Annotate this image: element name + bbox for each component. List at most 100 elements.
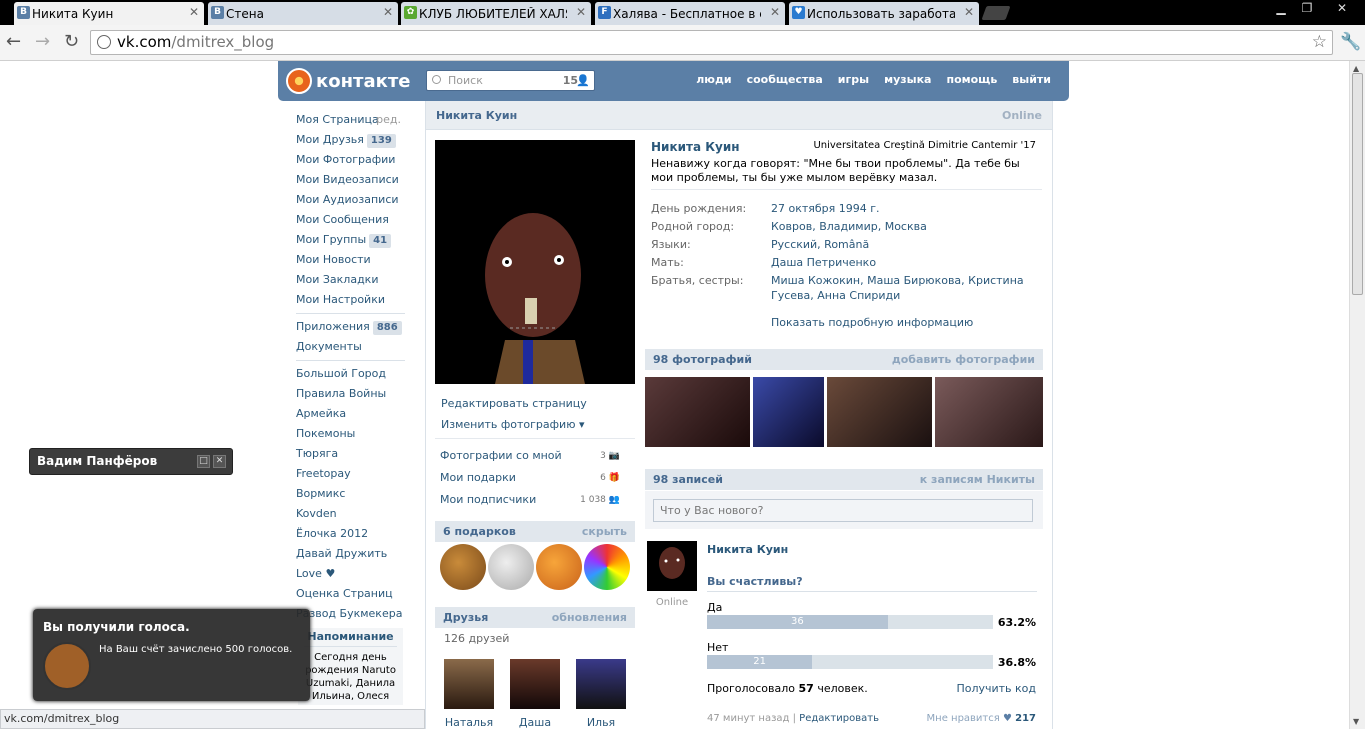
menu-messages[interactable]: Мои Сообщения <box>290 210 405 230</box>
close-tab-icon[interactable]: ✕ <box>770 5 780 19</box>
close-tab-icon[interactable]: ✕ <box>576 5 586 19</box>
menu-settings[interactable]: Мои Настройки <box>290 290 405 310</box>
address-bar[interactable]: vk.com/dmitrex_blog ☆ <box>90 30 1333 55</box>
fox-gift-icon[interactable] <box>536 544 582 590</box>
friend-avatar[interactable] <box>510 659 560 709</box>
restore-icon[interactable]: ❐ <box>1294 0 1320 18</box>
scroll-thumb[interactable] <box>1352 73 1363 295</box>
close-tab-icon[interactable]: ✕ <box>964 5 974 19</box>
nav-logout[interactable]: выйти <box>1012 73 1051 86</box>
squirrel-gift-icon[interactable] <box>440 544 486 590</box>
menu-my-page[interactable]: Моя Страница ред. <box>290 110 405 130</box>
scroll-up-icon[interactable]: ▲ <box>1353 64 1359 73</box>
poll-option-label[interactable]: Нет <box>707 641 728 654</box>
photos-header[interactable]: 98 фотографий добавить фотографии <box>645 349 1043 370</box>
post-author-name[interactable]: Никита Куин <box>707 543 788 556</box>
tab-club[interactable]: ✿ КЛУБ ЛЮБИТЕЛЕЙ ХАЛЯВ ✕ <box>401 2 591 25</box>
photo-thumb[interactable] <box>753 377 824 447</box>
nav-help[interactable]: помощь <box>946 73 997 86</box>
chat-window[interactable]: Вадим Панфёров □ ✕ <box>29 448 233 475</box>
menu-friends[interactable]: Мои Друзья 139 <box>290 130 405 150</box>
friend-avatar[interactable] <box>444 659 494 709</box>
search-input[interactable]: Поиск 15 👤 <box>426 70 595 91</box>
close-chat-icon[interactable]: ✕ <box>213 455 226 468</box>
friend-name[interactable]: Даша <box>505 716 565 729</box>
rainbow-cake-gift-icon[interactable] <box>584 544 630 590</box>
app-item[interactable]: Тюряга <box>290 444 405 464</box>
hide-gifts-link[interactable]: скрыть <box>582 521 627 542</box>
my-gifts-link[interactable]: Мои подарки 6 🎁 <box>440 468 628 488</box>
info-languages[interactable]: Русский, Română <box>771 237 1041 252</box>
poll-bar[interactable]: 36 <box>707 615 993 629</box>
bookmark-star-icon[interactable]: ☆ <box>1312 31 1327 54</box>
friend-name[interactable]: Наталья <box>439 716 499 729</box>
tab-wall[interactable]: B Стена ✕ <box>208 2 398 25</box>
like-button[interactable]: Мне нравится ♥ 217 <box>927 713 1036 724</box>
vk-logo[interactable]: контакте <box>286 68 410 94</box>
add-photos-link[interactable]: добавить фотографии <box>892 349 1035 370</box>
menu-apps[interactable]: Приложения 886 <box>290 317 405 337</box>
app-item[interactable]: Freetopay <box>290 464 405 484</box>
menu-photos[interactable]: Мои Фотографии <box>290 150 405 170</box>
nav-music[interactable]: музыка <box>884 73 931 86</box>
close-tab-icon[interactable]: ✕ <box>383 5 393 19</box>
tab-nikita[interactable]: B Никита Куин ✕ <box>14 2 204 25</box>
minimize-icon[interactable]: ▁ <box>1268 0 1294 18</box>
info-hometown[interactable]: Ковров, Владимир, Москва <box>771 219 1041 234</box>
close-window-icon[interactable]: ✕ <box>1322 0 1362 18</box>
edit-post-link[interactable]: Редактировать <box>799 713 879 724</box>
dog-gift-icon[interactable] <box>488 544 534 590</box>
profile-avatar[interactable] <box>435 140 635 384</box>
wall-header[interactable]: 98 записей к записям Никиты <box>645 469 1043 490</box>
photo-thumb[interactable] <box>827 377 932 447</box>
menu-videos[interactable]: Мои Видеозаписи <box>290 170 405 190</box>
reminder-text[interactable]: Сегодня день рождения Naruto Uzumaki, Да… <box>298 647 403 703</box>
nav-communities[interactable]: сообщества <box>747 73 823 86</box>
back-arrow-icon[interactable]: ← <box>6 32 21 52</box>
minimize-chat-icon[interactable]: □ <box>197 455 210 468</box>
info-siblings[interactable]: Миша Кожокин, Маша Бирюкова, Кристина Гу… <box>771 273 1041 303</box>
profile-status[interactable]: Ненавижу когда говорят: "Мне бы твои про… <box>651 157 1031 185</box>
friends-updates-link[interactable]: обновления <box>552 607 627 628</box>
scroll-down-icon[interactable]: ▼ <box>1353 717 1359 726</box>
info-birthday[interactable]: 27 октября 1994 г. <box>771 201 1041 216</box>
photos-with-me-link[interactable]: Фотографии со мной 3 📷 <box>440 446 628 466</box>
votes-notification[interactable]: Вы получили голоса. На Ваш счёт зачислен… <box>33 609 310 701</box>
menu-documents[interactable]: Документы <box>290 337 405 357</box>
my-followers-link[interactable]: Мои подписчики 1 038 👥 <box>440 490 628 510</box>
gifts-header[interactable]: 6 подарков скрыть <box>435 521 635 542</box>
poll-bar[interactable]: 21 <box>707 655 993 669</box>
app-item[interactable]: Kovden <box>290 504 405 524</box>
app-item[interactable]: Покемоны <box>290 424 405 444</box>
nav-games[interactable]: игры <box>838 73 869 86</box>
close-tab-icon[interactable]: ✕ <box>189 5 199 19</box>
menu-news[interactable]: Мои Новости <box>290 250 405 270</box>
edit-link[interactable]: ред. <box>376 110 401 130</box>
photo-thumb[interactable] <box>935 377 1043 447</box>
app-item[interactable]: Давай Дружить <box>290 544 405 564</box>
app-item[interactable]: Правила Войны <box>290 384 405 404</box>
profile-university[interactable]: Universitatea Creştină Dimitrie Cantemir… <box>813 140 1036 151</box>
reload-icon[interactable]: ↻ <box>64 32 79 52</box>
menu-groups[interactable]: Мои Группы 41 <box>290 230 405 250</box>
poll-option-label[interactable]: Да <box>707 601 722 614</box>
photo-thumb[interactable] <box>645 377 750 447</box>
app-item[interactable]: Армейка <box>290 404 405 424</box>
new-tab-button[interactable] <box>981 6 1011 20</box>
wall-post-input[interactable]: Что у Вас нового? <box>653 499 1033 522</box>
tab-freebie[interactable]: F Халява - Бесплатное в сети ✕ <box>595 2 785 25</box>
show-more-info-link[interactable]: Показать подробную информацию <box>771 315 1041 330</box>
nav-people[interactable]: люди <box>696 73 731 86</box>
menu-audio[interactable]: Мои Аудиозаписи <box>290 190 405 210</box>
forward-arrow-icon[interactable]: → <box>35 32 50 52</box>
page-scrollbar[interactable]: ▲ ▼ <box>1349 61 1365 729</box>
menu-bookmarks[interactable]: Мои Закладки <box>290 270 405 290</box>
wrench-icon[interactable]: 🔧 <box>1340 32 1361 52</box>
app-item[interactable]: Ёлочка 2012 <box>290 524 405 544</box>
info-mother[interactable]: Даша Петриченко <box>771 255 1041 270</box>
get-code-link[interactable]: Получить код <box>956 682 1036 695</box>
change-photo-link[interactable]: Изменить фотографию ▾ <box>441 418 585 431</box>
friend-avatar[interactable] <box>576 659 626 709</box>
tab-earned[interactable]: ♥ Использовать заработанн ✕ <box>789 2 979 25</box>
post-time[interactable]: 47 минут назад <box>707 713 789 724</box>
